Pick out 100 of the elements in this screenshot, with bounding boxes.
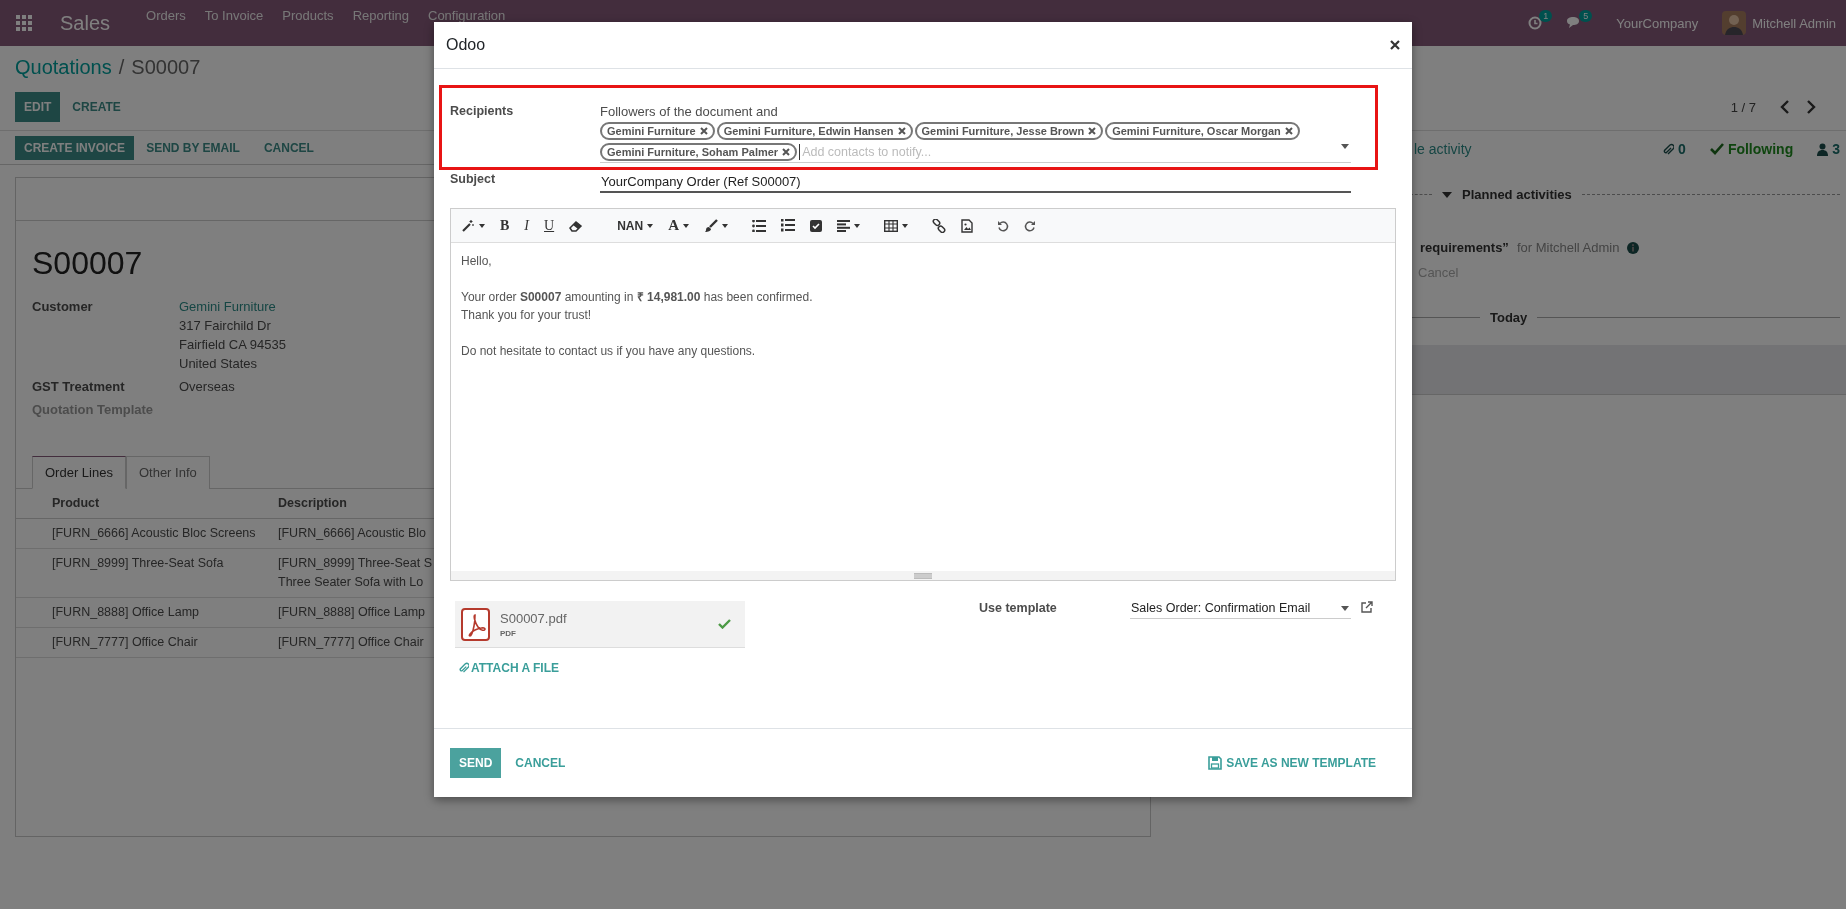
caret-icon[interactable] xyxy=(722,223,728,228)
user-menu[interactable]: Mitchell Admin xyxy=(1752,15,1836,31)
menu-item[interactable]: To Invoice xyxy=(204,8,264,23)
remove-icon[interactable] xyxy=(1284,127,1293,135)
save-template-button[interactable]: SAVE AS NEW TEMPLATE xyxy=(1194,748,1390,778)
format-button[interactable]: A xyxy=(668,217,679,234)
table-cell-text: [FURN_8888] Office Lamp xyxy=(278,604,426,621)
following-button[interactable]: Following xyxy=(1727,141,1794,157)
format-button[interactable]: U xyxy=(544,217,555,234)
format-button[interactable]: B xyxy=(500,217,510,234)
followers-count[interactable]: 3 xyxy=(1832,141,1840,157)
redo-icon[interactable] xyxy=(1024,219,1036,232)
menu-item[interactable]: Orders xyxy=(146,8,186,23)
menu-item[interactable]: Configuration xyxy=(428,8,506,23)
close-icon[interactable] xyxy=(1390,40,1400,50)
eraser-icon[interactable] xyxy=(569,219,584,232)
previous-icon[interactable] xyxy=(1780,100,1790,114)
table-cell-text: [FURN_8999] Three-Seat S xyxy=(278,555,432,572)
pager-counter: 1 / 7 xyxy=(1730,99,1756,115)
message-badge: 5 xyxy=(1579,10,1593,22)
field-label: Use template xyxy=(979,601,1058,615)
recipient-tag[interactable]: Gemini Furniture, Soham Palmer xyxy=(600,143,798,161)
info-icon[interactable] xyxy=(1627,241,1640,254)
bullet-list-icon[interactable] xyxy=(752,219,766,232)
recipient-tag[interactable]: Gemini Furniture, Oscar Morgan xyxy=(1105,122,1300,140)
table-icon[interactable] xyxy=(884,219,898,232)
image-file-icon[interactable] xyxy=(961,218,973,233)
company-switcher[interactable]: YourCompany xyxy=(1616,15,1699,31)
recipient-tag[interactable]: Gemini Furniture, Edwin Hansen xyxy=(716,122,913,140)
table-cell-text: [FURN_8888] Office Lamp xyxy=(52,604,200,621)
table-cell-text: [FURN_7777] Office Chair xyxy=(278,634,424,651)
tag-label: Gemini Furniture, Soham Palmer xyxy=(607,145,779,159)
menu-item[interactable]: Products xyxy=(282,8,334,23)
checkbox-icon[interactable] xyxy=(810,219,822,232)
align-icon[interactable] xyxy=(837,219,850,232)
person-icon xyxy=(1817,142,1829,156)
remove-icon[interactable] xyxy=(699,127,708,135)
next-icon[interactable] xyxy=(1806,100,1816,114)
user-avatar-icon[interactable] xyxy=(1722,11,1747,35)
breadcrumb-link[interactable]: Quotations xyxy=(15,56,112,79)
paperclip-icon[interactable] xyxy=(458,662,469,674)
link-icon[interactable] xyxy=(932,218,946,233)
tag-label: Gemini Furniture, Oscar Morgan xyxy=(1112,124,1281,138)
tag-label: Gemini Furniture xyxy=(607,124,696,138)
remove-icon[interactable] xyxy=(897,127,906,135)
schedule-activity-link[interactable]: le activity xyxy=(1414,141,1472,157)
remove-icon[interactable] xyxy=(782,148,791,156)
field-label: Customer xyxy=(32,298,94,316)
format-button[interactable]: NAN xyxy=(617,218,644,233)
undo-icon[interactable] xyxy=(997,219,1009,232)
recipient-tag[interactable]: Gemini Furniture xyxy=(600,122,715,140)
status-action-button[interactable]: CREATE INVOICE xyxy=(15,136,135,160)
caret-icon[interactable] xyxy=(854,223,860,228)
numbered-list-icon[interactable] xyxy=(781,219,795,232)
activity-title: requirements” xyxy=(1420,240,1509,255)
status-action-button[interactable]: SEND BY EMAIL xyxy=(134,136,252,160)
caret-icon[interactable] xyxy=(902,223,908,228)
send-button[interactable]: SEND xyxy=(450,748,502,778)
notebook-tab[interactable]: Order Lines xyxy=(32,456,126,489)
date-separator: Today xyxy=(1490,310,1528,325)
field-label: GST Treatment xyxy=(32,378,126,396)
recipients-field[interactable]: Gemini Furniture Gemini Furniture, Edwin Hansen Gemini Furniture, Jesse Brown Gemini Furniture, Oscar Morgan Gemini Furniture, Soham Palmer Add contacts to notify... xyxy=(600,120,1351,163)
email-text-line: Your order S00007 amounting in ₹ 14,981.00 has been confirmed. xyxy=(461,289,814,306)
format-button[interactable]: I xyxy=(524,217,529,234)
caret-icon[interactable] xyxy=(683,223,689,228)
customer-link[interactable]: Gemini Furniture xyxy=(179,297,276,316)
dropdown-caret-icon[interactable] xyxy=(1341,144,1349,149)
table-cell-text: Three Seater Sofa with Lo xyxy=(278,574,424,591)
paperclip-icon[interactable] xyxy=(1662,142,1675,156)
attachment-card[interactable]: S00007.pdf PDF xyxy=(455,601,745,648)
menu-item[interactable]: Reporting xyxy=(352,8,409,23)
recipient-tag[interactable]: Gemini Furniture, Jesse Brown xyxy=(914,122,1104,140)
remove-icon[interactable] xyxy=(1088,127,1097,135)
attach-file-link[interactable]: ATTACH A FILE xyxy=(458,661,559,675)
caret-icon[interactable] xyxy=(1341,605,1349,611)
status-action-button[interactable]: CANCEL xyxy=(251,136,326,160)
email-text-line: Hello, xyxy=(461,253,493,270)
caret-icon[interactable] xyxy=(647,223,654,228)
check-icon xyxy=(1709,143,1724,155)
resize-handle[interactable] xyxy=(914,572,932,579)
address-line: 317 Fairchild Dr xyxy=(179,317,271,335)
external-link-icon[interactable] xyxy=(1361,601,1373,613)
table-cell-text: [FURN_6666] Acoustic Bloc Screens xyxy=(52,525,256,542)
clock-icon[interactable] xyxy=(1528,16,1543,30)
address-line: Fairfield CA 94535 xyxy=(179,336,286,354)
notebook-tab[interactable]: Other Info xyxy=(125,456,210,489)
app-name[interactable]: Sales xyxy=(60,11,111,35)
cancel-button[interactable]: CANCEL xyxy=(501,748,580,778)
magic-wand-icon[interactable] xyxy=(461,218,475,233)
attachment-count[interactable]: 0 xyxy=(1678,141,1686,157)
paint-brush-icon[interactable] xyxy=(704,218,718,233)
planned-activities-toggle[interactable]: Planned activities xyxy=(1462,187,1572,202)
table-cell-text: [FURN_7777] Office Chair xyxy=(52,634,198,651)
edit-button[interactable]: EDIT xyxy=(15,92,61,122)
table-cell-text: [FURN_6666] Acoustic Blo xyxy=(278,525,426,542)
create-button[interactable]: CREATE xyxy=(60,92,133,122)
apps-grid-icon[interactable] xyxy=(16,15,32,31)
template-select[interactable]: Sales Order: Confirmation Email xyxy=(1130,601,1351,619)
caret-icon[interactable] xyxy=(479,223,485,228)
recipients-note: Followers of the document and xyxy=(600,104,779,120)
